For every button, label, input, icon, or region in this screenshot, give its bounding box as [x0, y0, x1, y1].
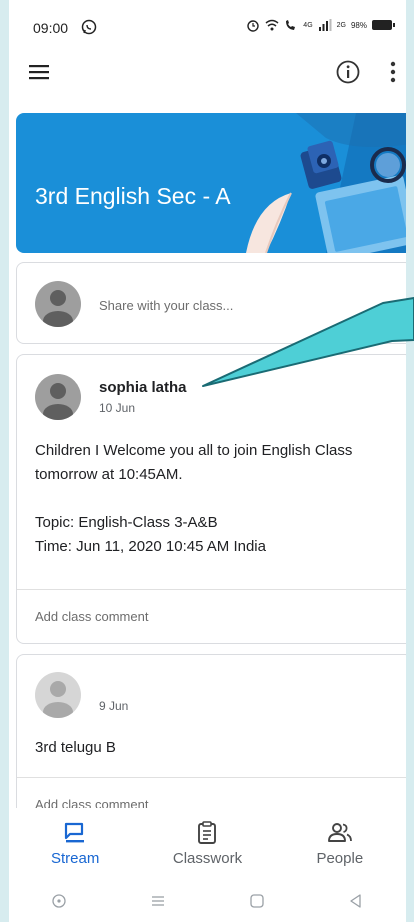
info-icon[interactable] — [335, 59, 361, 85]
recent-apps-icon[interactable] — [149, 892, 167, 910]
stream-icon — [65, 822, 85, 843]
post-text-line: 3rd telugu B — [35, 739, 116, 756]
share-card[interactable]: Share with your class... — [16, 262, 406, 344]
alarm-icon — [247, 20, 259, 32]
whatsapp-icon — [81, 19, 97, 35]
signal-4g-label: 4G — [303, 21, 313, 29]
divider — [17, 589, 406, 590]
status-bar: 09:00 4G 2G 98% — [9, 0, 406, 44]
signal-2g-label: 2G — [336, 21, 346, 29]
signal-icon — [318, 19, 332, 31]
post-author: sophia latha — [99, 379, 187, 396]
divider — [17, 777, 406, 778]
class-title: 3rd English Sec - A — [35, 183, 231, 209]
share-placeholder: Share with your class... — [99, 298, 234, 313]
status-icons: 4G 2G 98% — [246, 18, 395, 32]
post-date: 10 Jun — [99, 401, 136, 415]
user-avatar — [35, 281, 81, 327]
people-icon — [327, 823, 352, 842]
classwork-icon — [198, 821, 217, 844]
system-nav-bar — [9, 880, 406, 922]
author-avatar — [35, 672, 81, 718]
person-icon — [43, 681, 73, 718]
home-icon[interactable] — [248, 892, 266, 910]
person-icon — [43, 383, 73, 420]
post-body: Children I Welcome you all to join Engli… — [35, 439, 400, 559]
back-icon[interactable] — [347, 892, 365, 910]
post-date: 9 Jun — [99, 699, 129, 713]
post-text-line: Children I Welcome you all to join Engli… — [35, 442, 353, 483]
tab-label: People — [316, 850, 364, 867]
banner-illustration — [246, 113, 406, 253]
author-avatar — [35, 374, 81, 420]
battery-percent: 98% — [350, 20, 367, 30]
tab-classwork[interactable]: Classwork — [152, 820, 262, 868]
menu-icon[interactable] — [27, 60, 51, 84]
tab-stream[interactable]: Stream — [20, 820, 130, 868]
post-text-line: Time: Jun 11, 2020 10:45 AM India — [35, 538, 266, 555]
volte-call-icon — [286, 20, 296, 30]
post-card[interactable]: 9 Jun 3rd telugu B Add class comment — [16, 654, 406, 824]
app-bar — [9, 50, 406, 98]
bottom-nav: Stream Classwork People — [9, 808, 406, 876]
tab-people[interactable]: People — [285, 820, 395, 868]
tab-label: Classwork — [172, 850, 243, 867]
class-banner[interactable]: 3rd English Sec - A — [16, 113, 406, 253]
person-icon — [43, 290, 73, 327]
assistant-icon[interactable] — [50, 892, 68, 910]
post-text-line: Topic: English-Class 3-A&B — [35, 514, 218, 531]
phone-screen: 09:00 4G 2G 98% 3rd English Sec - A Shar… — [9, 0, 406, 922]
wifi-icon — [265, 19, 279, 31]
battery-icon — [372, 20, 395, 30]
more-vert-icon[interactable] — [387, 59, 399, 85]
status-time: 09:00 — [33, 20, 69, 36]
post-card[interactable]: sophia latha 10 Jun Children I Welcome y… — [16, 354, 406, 644]
add-class-comment[interactable]: Add class comment — [35, 609, 148, 624]
tab-label: Stream — [50, 850, 100, 867]
